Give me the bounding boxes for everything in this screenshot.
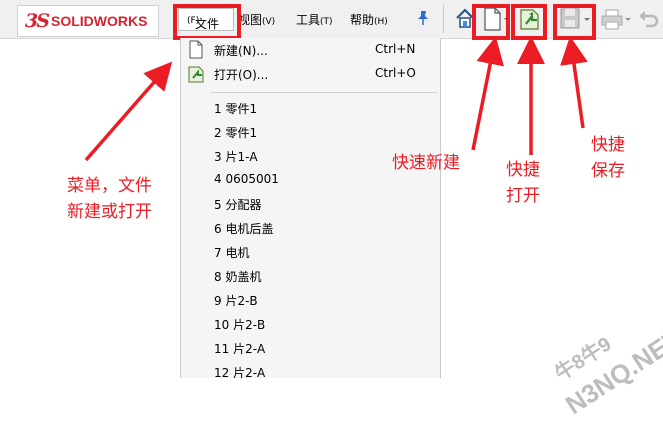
- annotation-menu-hint-line1: 菜单，文件: [67, 176, 152, 196]
- annotation-quick-open-line2: 打开: [506, 186, 540, 206]
- annotation-quick-save-line1: 快捷: [591, 135, 625, 155]
- annotation-quick-new: 快速新建: [392, 153, 460, 173]
- arrow-to-save: [560, 36, 588, 129]
- annotation-quick-save: 快捷 保存: [591, 132, 625, 184]
- annotation-quick-save-line2: 保存: [591, 161, 625, 181]
- arrow-to-new: [471, 36, 504, 151]
- annotation-quick-open: 快捷 打开: [506, 157, 540, 209]
- annotation-menu-hint: 菜单，文件 新建或打开: [67, 173, 152, 225]
- arrow-to-file-menu: [84, 61, 173, 162]
- annotation-menu-hint-line2: 新建或打开: [67, 202, 152, 222]
- annotation-quick-open-line1: 快捷: [506, 160, 540, 180]
